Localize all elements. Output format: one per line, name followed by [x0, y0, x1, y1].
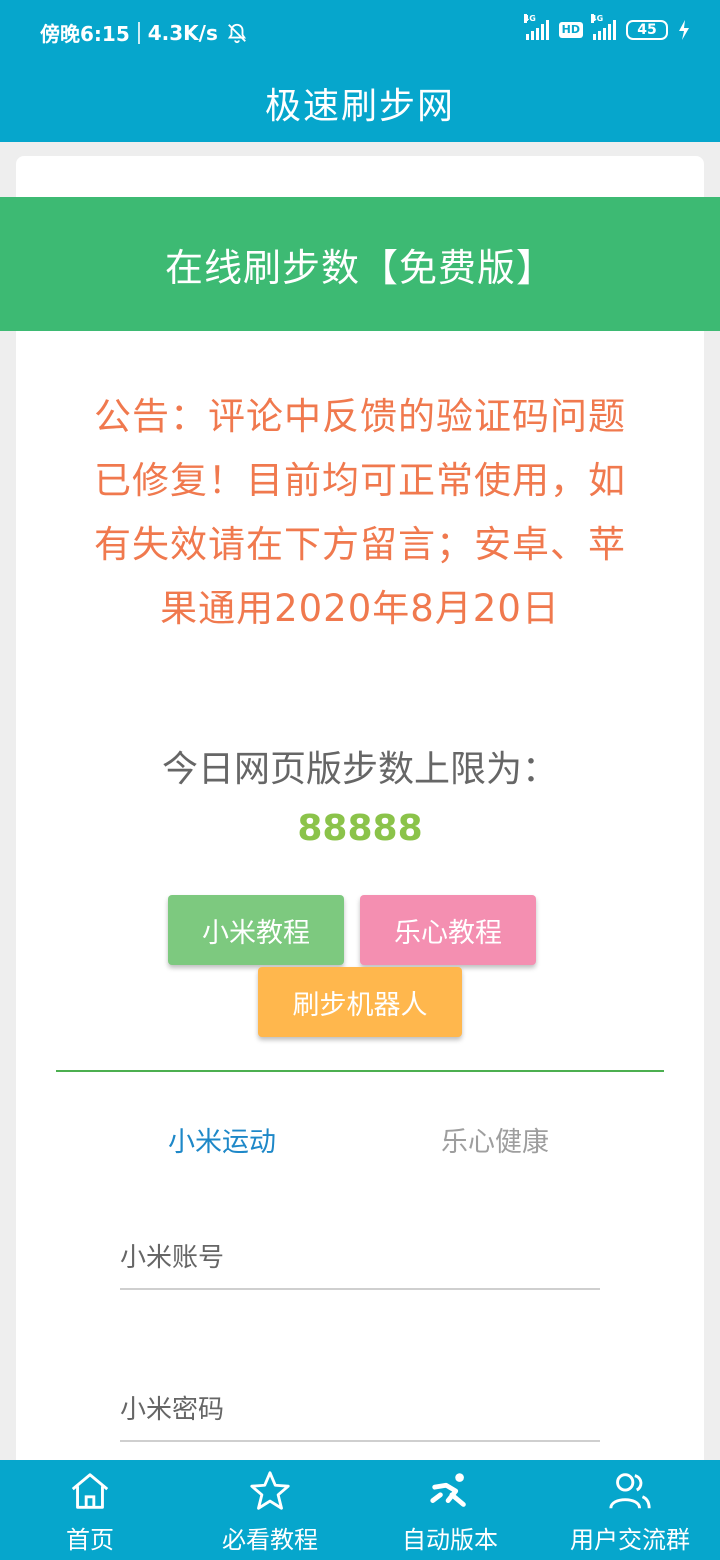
- app-title: 极速刷步网: [264, 86, 455, 127]
- nav-item-group[interactable]: 用户交流群: [540, 1460, 720, 1560]
- nav-label-group: 用户交流群: [570, 1526, 690, 1554]
- status-time: 傍晚6:15: [40, 22, 130, 46]
- users-icon: [609, 1473, 651, 1509]
- star-icon: [250, 1471, 290, 1510]
- runner-icon: [430, 1473, 466, 1507]
- nav-item-tutorial[interactable]: 必看教程: [180, 1460, 360, 1560]
- network-speed: 4.3K/s: [147, 20, 218, 45]
- banner: 在线刷步数【免费版】: [0, 197, 720, 331]
- banner-title: 在线刷步数【免费版】: [164, 245, 555, 290]
- nav-label-tutorial: 必看教程: [222, 1526, 318, 1554]
- xiaomi-account-input[interactable]: [120, 1228, 600, 1290]
- step-limit-label: 今日网页版步数上限为：: [161, 749, 558, 790]
- status-left: 傍晚6:15 4.3K/s: [40, 18, 248, 47]
- status-right: 4G HD 4G 45: [523, 14, 690, 40]
- step-limit-value: 88888: [297, 808, 423, 849]
- status-bar: 傍晚6:15 4.3K/s 4G HD 4G 45: [0, 0, 720, 64]
- bottom-navigation: 首页 必看教程 自动版本 用户交流群: [0, 1460, 720, 1560]
- tab-lexin-health[interactable]: 乐心健康: [441, 1120, 549, 1159]
- bell-muted-icon: [227, 23, 246, 43]
- battery-level: 45: [637, 22, 657, 38]
- signal-strength-icon: 4G: [523, 14, 549, 40]
- status-separator: [137, 21, 140, 44]
- network-type-label: 4G: [523, 14, 536, 23]
- step-robot-button[interactable]: 刷步机器人: [258, 967, 462, 1037]
- nav-item-home[interactable]: 首页: [0, 1460, 180, 1560]
- announcement-text: 公告：评论中反馈的验证码问题已修复！目前均可正常使用，如有失效请在下方留言；安卓…: [94, 395, 626, 630]
- lexin-tutorial-button[interactable]: 乐心教程: [360, 895, 536, 965]
- xiaomi-password-input[interactable]: [120, 1380, 600, 1442]
- signal-strength-icon-2: 4G: [591, 14, 616, 40]
- charging-icon: [679, 20, 689, 40]
- hd-badge: HD: [558, 22, 583, 38]
- home-icon: [71, 1473, 109, 1509]
- network-type-label-2: 4G: [591, 14, 604, 23]
- nav-item-auto[interactable]: 自动版本: [360, 1460, 540, 1560]
- battery-icon: 45: [626, 20, 668, 40]
- tab-xiaomi-sport[interactable]: 小米运动: [168, 1120, 276, 1159]
- app-title-bar: 极速刷步网: [0, 64, 720, 142]
- xiaomi-tutorial-button[interactable]: 小米教程: [168, 895, 344, 965]
- nav-label-auto: 自动版本: [402, 1526, 498, 1554]
- tab-divider: [56, 1070, 664, 1072]
- nav-label-home: 首页: [66, 1526, 114, 1554]
